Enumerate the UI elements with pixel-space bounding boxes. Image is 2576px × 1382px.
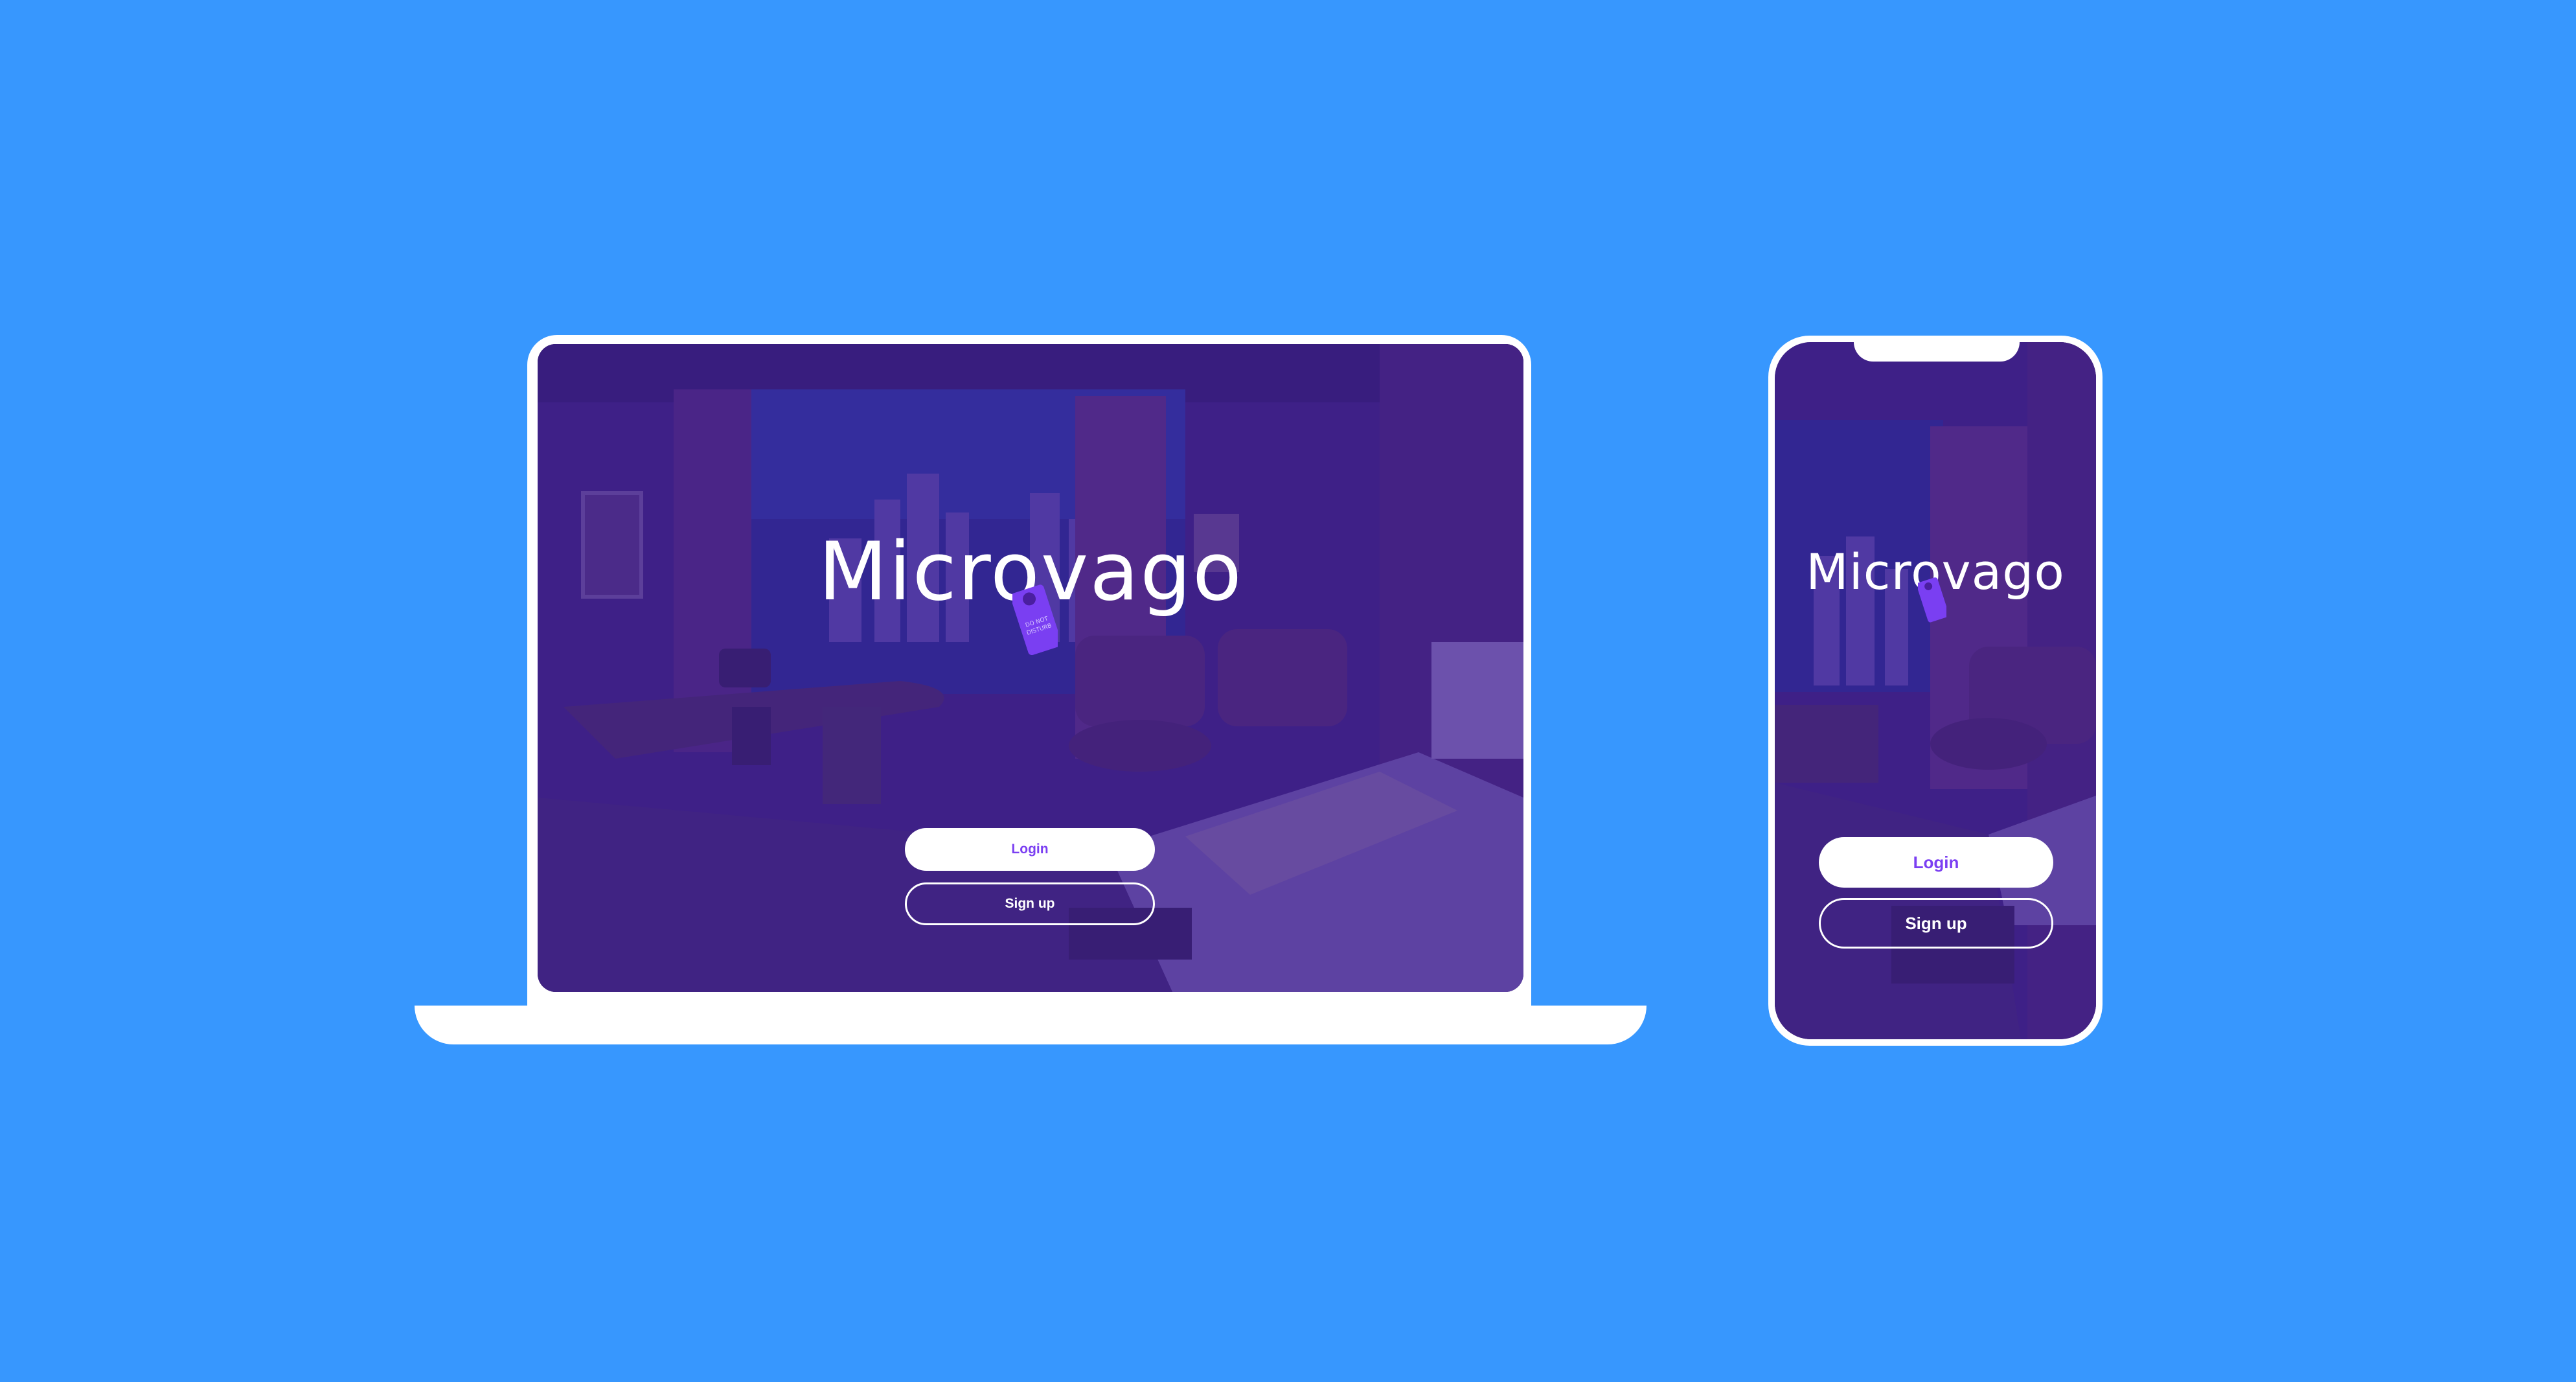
signup-button[interactable]: Sign up bbox=[905, 882, 1155, 925]
signup-button[interactable]: Sign up bbox=[1819, 898, 2053, 949]
laptop-base bbox=[415, 1006, 1647, 1044]
login-button[interactable]: Login bbox=[905, 828, 1155, 871]
showcase-canvas: Microvago DO NOT DISTURB Login Sign up M… bbox=[0, 0, 2576, 1382]
login-button[interactable]: Login bbox=[1819, 837, 2053, 888]
laptop-screen: Microvago DO NOT DISTURB Login Sign up bbox=[538, 344, 1523, 992]
phone-notch bbox=[1854, 341, 2020, 362]
phone-screen: Microvago Login Sign up bbox=[1775, 342, 2096, 1039]
door-hanger-icon bbox=[1918, 577, 1946, 623]
door-hanger-icon: DO NOT DISTURB bbox=[1012, 584, 1058, 655]
